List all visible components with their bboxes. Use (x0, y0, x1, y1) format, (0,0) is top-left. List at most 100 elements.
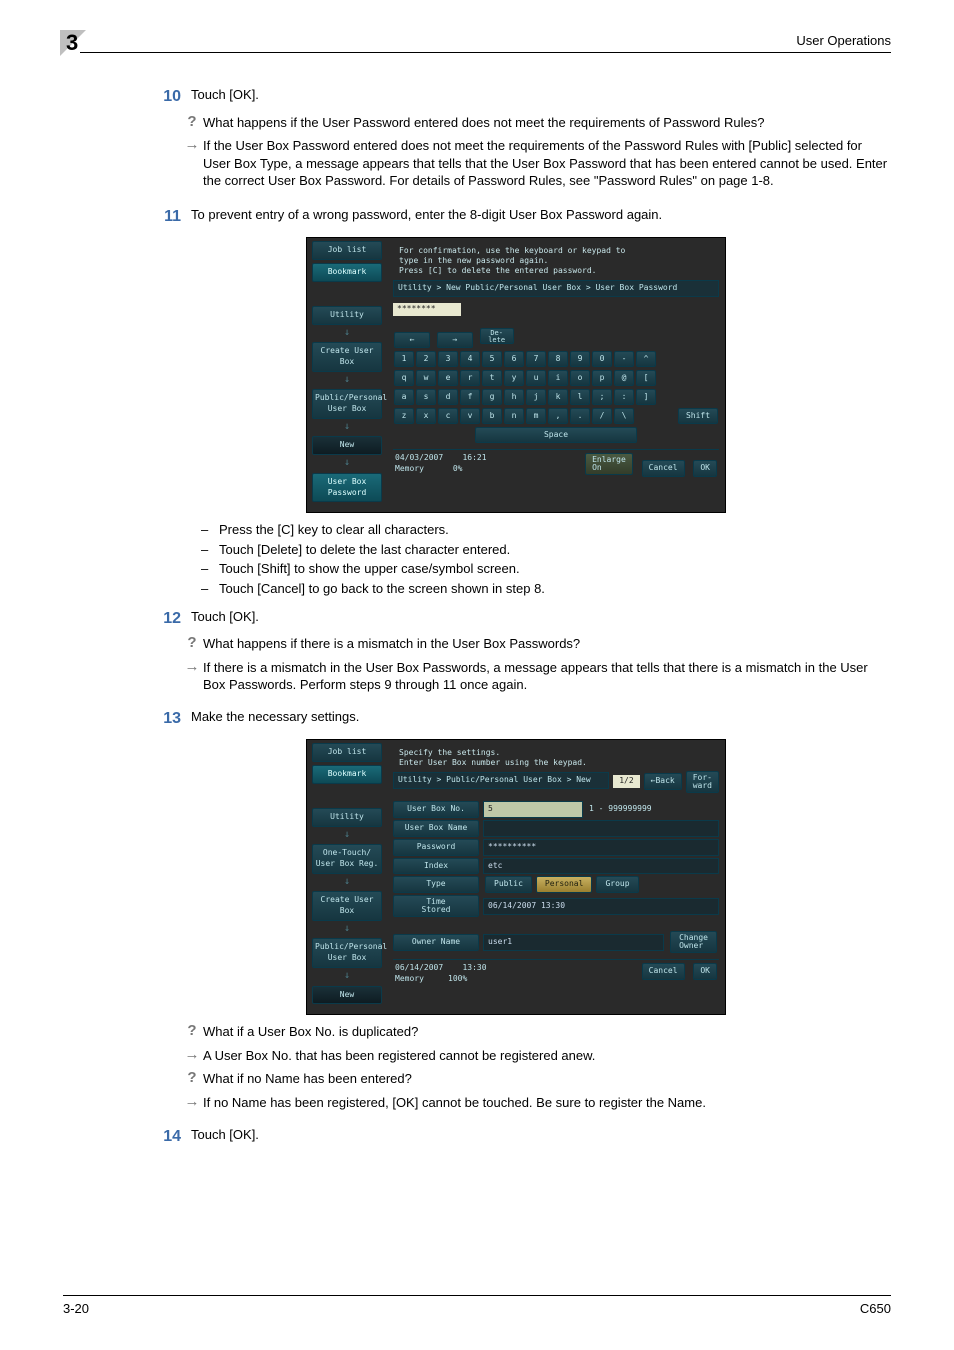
delete-key[interactable]: De- lete (480, 328, 514, 344)
arrow-right-key[interactable]: → (437, 332, 473, 348)
key-n[interactable]: n (504, 408, 524, 424)
key-u[interactable]: u (526, 370, 546, 386)
key-s[interactable]: s (416, 389, 436, 405)
key-a[interactable]: a (394, 389, 414, 405)
question-icon: ? (181, 1070, 203, 1086)
key-e[interactable]: e (438, 370, 458, 386)
sidebar-password[interactable]: User Box Password (312, 473, 382, 503)
cancel-button[interactable]: Cancel (642, 963, 685, 980)
key-1[interactable]: 1 (394, 351, 414, 367)
enlarge-button[interactable]: Enlarge On (585, 453, 633, 475)
step-11: 11 To prevent entry of a wrong password,… (141, 206, 891, 228)
key-i[interactable]: i (548, 370, 568, 386)
value-time-stored: 06/14/2007 13:30 (483, 898, 719, 915)
key-z[interactable]: z (394, 408, 414, 424)
sidebar-bookmark[interactable]: Bookmark (312, 263, 382, 282)
key-v[interactable]: v (460, 408, 480, 424)
key-d[interactable]: d (438, 389, 458, 405)
key-,[interactable]: , (548, 408, 568, 424)
nav-arrow-icon: ↓ (307, 373, 387, 387)
key-8[interactable]: 8 (548, 351, 568, 367)
sidebar-utility[interactable]: Utility (312, 808, 382, 827)
key-r[interactable]: r (460, 370, 480, 386)
cancel-button[interactable]: Cancel (642, 460, 685, 477)
key-][interactable]: ] (636, 389, 656, 405)
key-@[interactable]: @ (614, 370, 634, 386)
label-password[interactable]: Password (393, 839, 479, 856)
forward-button[interactable]: For- ward (686, 771, 719, 793)
msg-line: type in the new password again. (399, 256, 548, 265)
value-box-name (483, 820, 719, 837)
key-\[interactable]: \ (614, 408, 634, 424)
key-2[interactable]: 2 (416, 351, 436, 367)
screenshot-main: For confirmation, use the keyboard or ke… (387, 238, 725, 512)
label-index[interactable]: Index (393, 858, 479, 875)
key-c[interactable]: c (438, 408, 458, 424)
value-box-no[interactable]: 5 (483, 801, 583, 818)
key-:[interactable]: : (614, 389, 634, 405)
key-x[interactable]: x (416, 408, 436, 424)
key-o[interactable]: o (570, 370, 590, 386)
step-text: Touch [OK]. (191, 608, 891, 630)
answer-text: If there is a mismatch in the User Box P… (203, 659, 891, 694)
msg-line: Specify the settings. (399, 748, 500, 757)
key-h[interactable]: h (504, 389, 524, 405)
sidebar-public-personal[interactable]: Public/Personal User Box (312, 938, 382, 968)
arrow-left-key[interactable]: ← (394, 332, 430, 348)
sidebar-job-list[interactable]: Job list (312, 241, 382, 260)
key-9[interactable]: 9 (570, 351, 590, 367)
step-number: 12 (141, 608, 191, 630)
key-4[interactable]: 4 (460, 351, 480, 367)
sidebar-new[interactable]: New (312, 986, 382, 1005)
key-;[interactable]: ; (592, 389, 612, 405)
type-group[interactable]: Group (596, 876, 638, 893)
space-key[interactable]: Space (475, 427, 637, 443)
label-box-name[interactable]: User Box Name (393, 820, 479, 837)
key-l[interactable]: l (570, 389, 590, 405)
key-y[interactable]: y (504, 370, 524, 386)
key-f[interactable]: f (460, 389, 480, 405)
sidebar-job-list[interactable]: Job list (312, 743, 382, 762)
memory-label: Memory (395, 974, 424, 983)
key-[[interactable]: [ (636, 370, 656, 386)
sidebar-one-touch[interactable]: One-Touch/ User Box Reg. (312, 844, 382, 874)
key--[interactable]: - (614, 351, 634, 367)
change-owner-button[interactable]: Change Owner (670, 931, 717, 953)
back-button[interactable]: ←Back (644, 773, 682, 790)
key-.[interactable]: . (570, 408, 590, 424)
answer-note: → If the User Box Password entered does … (181, 137, 891, 190)
sidebar-create-user-box[interactable]: Create User Box (312, 342, 382, 372)
step-number: 13 (141, 708, 191, 730)
key-k[interactable]: k (548, 389, 568, 405)
sidebar-public-personal[interactable]: Public/Personal User Box (312, 389, 382, 419)
bottom-bar: 06/14/2007 13:30 Memory 100% Cancel OK (393, 959, 719, 1010)
sidebar-new[interactable]: New (312, 436, 382, 455)
type-public[interactable]: Public (485, 876, 532, 893)
key-^[interactable]: ^ (636, 351, 656, 367)
step-text: Touch [OK]. (191, 1126, 891, 1148)
key-/[interactable]: / (592, 408, 612, 424)
sidebar-utility[interactable]: Utility (312, 306, 382, 325)
password-field[interactable]: ******** (393, 303, 461, 316)
nav-arrow-icon: ↓ (307, 875, 387, 889)
key-j[interactable]: j (526, 389, 546, 405)
shift-key[interactable]: Shift (678, 408, 718, 424)
sidebar-create-user-box[interactable]: Create User Box (312, 891, 382, 921)
key-t[interactable]: t (482, 370, 502, 386)
type-personal[interactable]: Personal (536, 876, 593, 893)
key-g[interactable]: g (482, 389, 502, 405)
ok-button[interactable]: OK (693, 963, 717, 980)
key-7[interactable]: 7 (526, 351, 546, 367)
key-6[interactable]: 6 (504, 351, 524, 367)
key-3[interactable]: 3 (438, 351, 458, 367)
key-5[interactable]: 5 (482, 351, 502, 367)
key-0[interactable]: 0 (592, 351, 612, 367)
key-w[interactable]: w (416, 370, 436, 386)
key-q[interactable]: q (394, 370, 414, 386)
key-m[interactable]: m (526, 408, 546, 424)
sidebar-bookmark[interactable]: Bookmark (312, 765, 382, 784)
key-p[interactable]: p (592, 370, 612, 386)
key-b[interactable]: b (482, 408, 502, 424)
ok-button[interactable]: OK (693, 460, 717, 477)
breadcrumb: Utility > New Public/Personal User Box >… (393, 280, 719, 297)
